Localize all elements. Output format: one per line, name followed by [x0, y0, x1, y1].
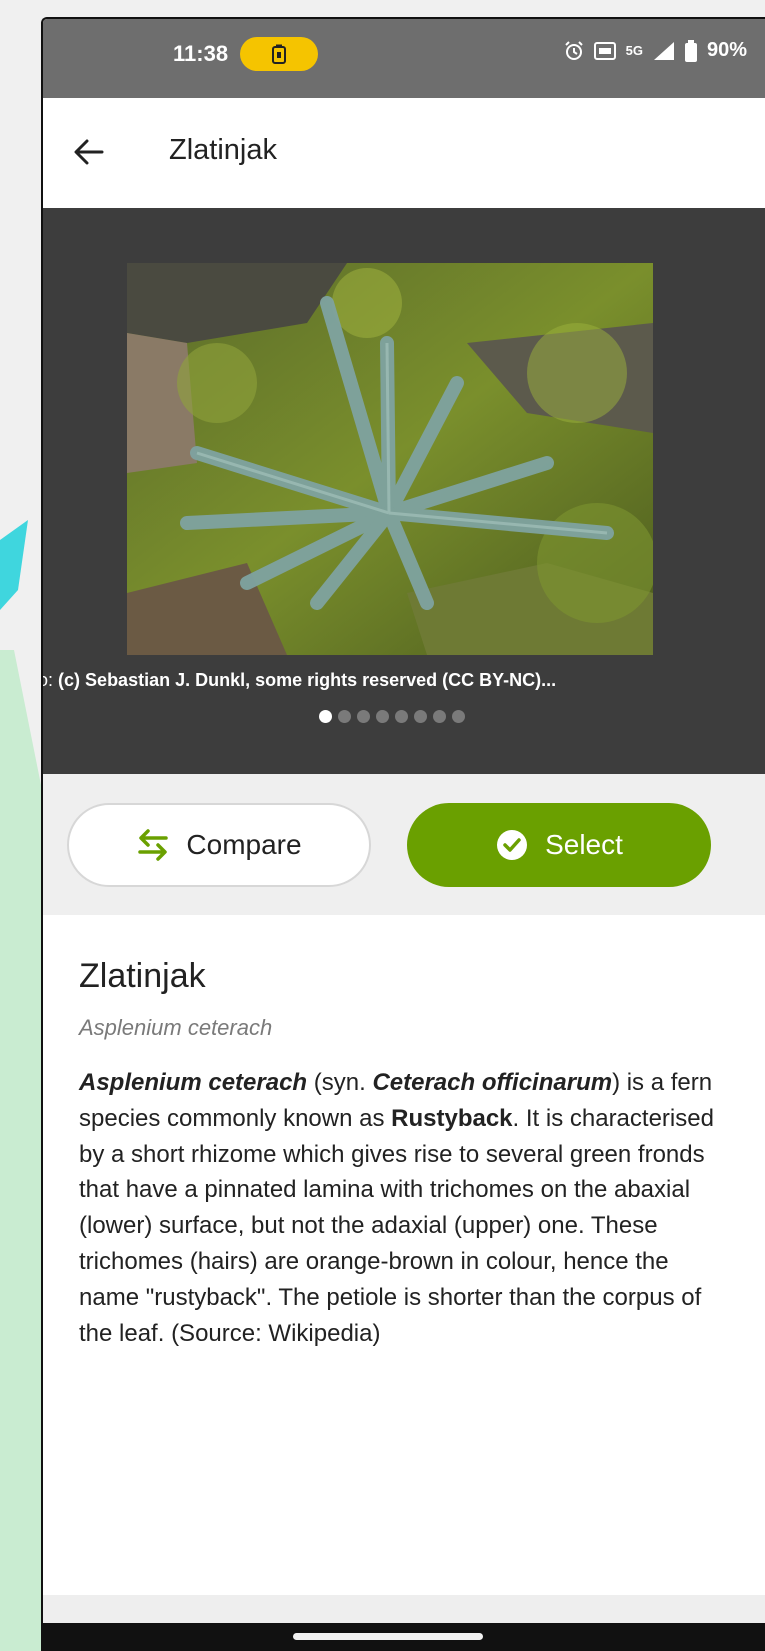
- select-button-label: Select: [545, 829, 623, 860]
- back-button[interactable]: [69, 132, 109, 172]
- description-scientific-name: Asplenium ceterach: [79, 1069, 308, 1096]
- compare-button[interactable]: Compare: [67, 803, 371, 887]
- home-gesture-handle[interactable]: [293, 1633, 483, 1640]
- photo-gallery[interactable]: Photo: (c) Sebastian J. Dunkl, some righ…: [43, 208, 765, 774]
- volte-icon: [593, 41, 616, 61]
- battery-percent: 90%: [706, 39, 747, 61]
- select-button[interactable]: Select: [407, 803, 711, 887]
- status-icons: 5G 90%: [564, 39, 747, 62]
- arrow-left-icon: [74, 139, 104, 165]
- species-scientific-name: Asplenium ceterach: [79, 1015, 273, 1040]
- pagination-dot[interactable]: [433, 710, 446, 723]
- action-bar: Compare Select: [43, 774, 765, 915]
- species-common-name: Zlatinjak: [79, 957, 206, 995]
- signal-icon: [653, 41, 675, 61]
- battery-icon: [684, 39, 697, 62]
- system-navigation-bar: [43, 1623, 765, 1651]
- battery-saver-indicator: [240, 37, 318, 71]
- photo-credit-author: (c) Sebastian J. Dunkl, some rights rese…: [58, 670, 557, 690]
- pagination-dot[interactable]: [414, 710, 427, 723]
- check-circle-icon: [497, 830, 528, 860]
- species-photo[interactable]: [127, 263, 653, 655]
- page-title: Zlatinjak: [169, 134, 277, 166]
- species-details: Zlatinjak Asplenium ceterach Asplenium c…: [43, 915, 765, 1595]
- alarm-icon: [564, 40, 584, 61]
- swap-arrows-icon: [138, 829, 169, 861]
- status-bar: 11:38 5G 90%: [43, 19, 765, 98]
- pagination-dot[interactable]: [357, 710, 370, 723]
- status-time: 11:38: [173, 41, 229, 66]
- decorative-cyan-shape: [0, 520, 28, 610]
- description-text: . It is characterised by a short rhizome…: [79, 1104, 714, 1347]
- description-synonym: Ceterach officinarum: [372, 1069, 613, 1096]
- bottom-divider: [43, 1595, 765, 1623]
- app-bar: Zlatinjak: [43, 98, 765, 208]
- gallery-pagination: [43, 710, 765, 723]
- phone-screen: 11:38 5G 90% Zlatinjak: (c) Sebastian J…: [41, 17, 765, 1651]
- network-type-label: 5G: [625, 43, 643, 58]
- species-description: Asplenium ceterach (syn. Ceterach offici…: [79, 1065, 729, 1351]
- pagination-dot[interactable]: [452, 710, 465, 723]
- description-text: (syn.: [307, 1069, 373, 1096]
- battery-charging-icon: [272, 44, 286, 64]
- photo-credit-prefix: Photo:: [43, 670, 54, 690]
- photo-credit: Photo: (c) Sebastian J. Dunkl, some righ…: [43, 670, 765, 691]
- pagination-dot[interactable]: [376, 710, 389, 723]
- description-common-name: Rustyback: [391, 1104, 513, 1132]
- compare-button-label: Compare: [186, 829, 302, 860]
- pagination-dot[interactable]: [395, 710, 408, 723]
- pagination-dot[interactable]: [319, 710, 332, 723]
- pagination-dot[interactable]: [338, 710, 351, 723]
